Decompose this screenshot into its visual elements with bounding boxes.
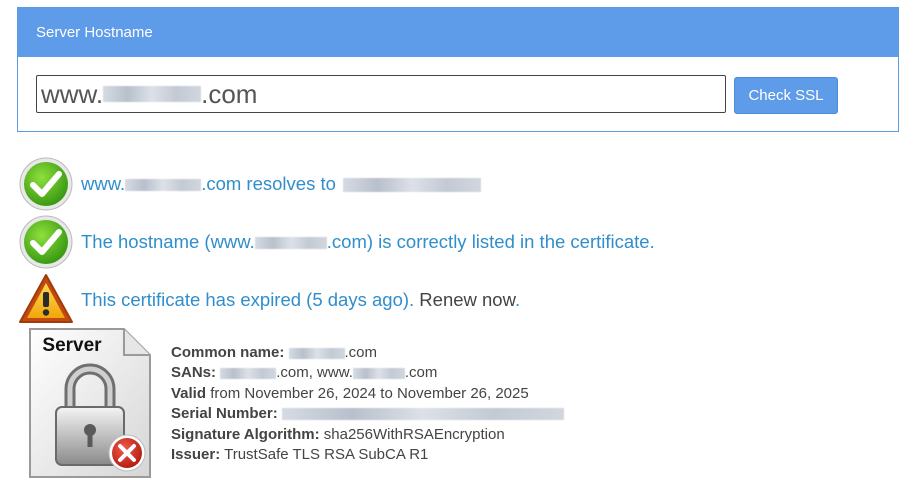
- signature-value: sha256WithRSAEncryption: [323, 425, 505, 443]
- valid-label: Valid: [171, 384, 207, 402]
- hostname-prefix: www.: [41, 78, 104, 109]
- redacted-domain: [125, 179, 202, 192]
- result-resolves-prefix: www.: [81, 173, 126, 194]
- redacted-ip: [343, 178, 482, 193]
- redacted-domain: [103, 86, 202, 102]
- sans-row: SANs: .com, www. .com: [171, 363, 564, 383]
- panel-title: Server Hostname: [18, 8, 898, 57]
- certificate-details: Common name: .com SANs: .com, www. .com V…: [171, 343, 564, 465]
- expired-period: .: [514, 289, 521, 310]
- valid-row: Valid from November 26, 2024 to November…: [171, 384, 564, 404]
- serial-number-row: Serial Number:: [171, 404, 564, 424]
- sans-value-2: .com: [404, 364, 438, 382]
- sans-label: SANs:: [171, 364, 217, 382]
- hostname-suffix: .com: [201, 78, 258, 109]
- expired-message: This certificate has expired (5 days ago…: [81, 289, 415, 310]
- check-icon: [19, 157, 73, 211]
- signature-row: Signature Algorithm: sha256WithRSAEncryp…: [171, 425, 564, 445]
- redacted-serial: [281, 408, 564, 421]
- cert-icon-label: Server: [42, 335, 102, 356]
- check-icon: [19, 215, 73, 269]
- result-hostname-text: The hostname (www. .com) is correctly lis…: [81, 231, 655, 253]
- server-hostname-panel: Server Hostname www. .com Check SSL: [17, 7, 899, 132]
- result-resolves-text: www. .com resolves to: [81, 173, 482, 195]
- renew-now-link[interactable]: Renew now: [419, 289, 515, 310]
- redacted-domain: [254, 237, 327, 250]
- result-hostname-middle: .com) is correctly listed in the certifi…: [326, 231, 655, 252]
- redacted-domain: [220, 367, 277, 379]
- sans-value-1: .com, www.: [276, 364, 353, 382]
- result-resolves: www. .com resolves to: [18, 156, 898, 212]
- issuer-row: Issuer: TrustSafe TLS RSA SubCA R1: [171, 445, 564, 465]
- redacted-domain: [352, 367, 405, 379]
- result-expired: This certificate has expired (5 days ago…: [18, 272, 898, 328]
- warning-icon: [19, 274, 73, 323]
- result-hostname-prefix: The hostname (www.: [81, 231, 255, 252]
- issuer-value: TrustSafe TLS RSA SubCA R1: [224, 446, 429, 464]
- issuer-label: Issuer:: [171, 446, 221, 464]
- hostname-input[interactable]: www. .com: [36, 75, 726, 113]
- common-name-label: Common name:: [171, 344, 285, 361]
- serial-number-label: Serial Number:: [171, 405, 278, 423]
- result-expired-text: This certificate has expired (5 days ago…: [81, 289, 520, 311]
- result-hostname-listed: The hostname (www. .com) is correctly lis…: [18, 214, 898, 270]
- common-name-value: .com: [344, 344, 378, 361]
- check-ssl-button[interactable]: Check SSL: [734, 77, 838, 114]
- panel-body: www. .com Check SSL: [18, 57, 898, 131]
- result-resolves-middle: .com resolves to: [201, 173, 336, 194]
- server-certificate-icon: Server: [29, 328, 151, 478]
- common-name-row: Common name: .com: [171, 343, 564, 363]
- signature-label: Signature Algorithm:: [171, 425, 320, 443]
- valid-value: from November 26, 2024 to November 26, 2…: [210, 384, 529, 402]
- redacted-domain: [288, 347, 345, 359]
